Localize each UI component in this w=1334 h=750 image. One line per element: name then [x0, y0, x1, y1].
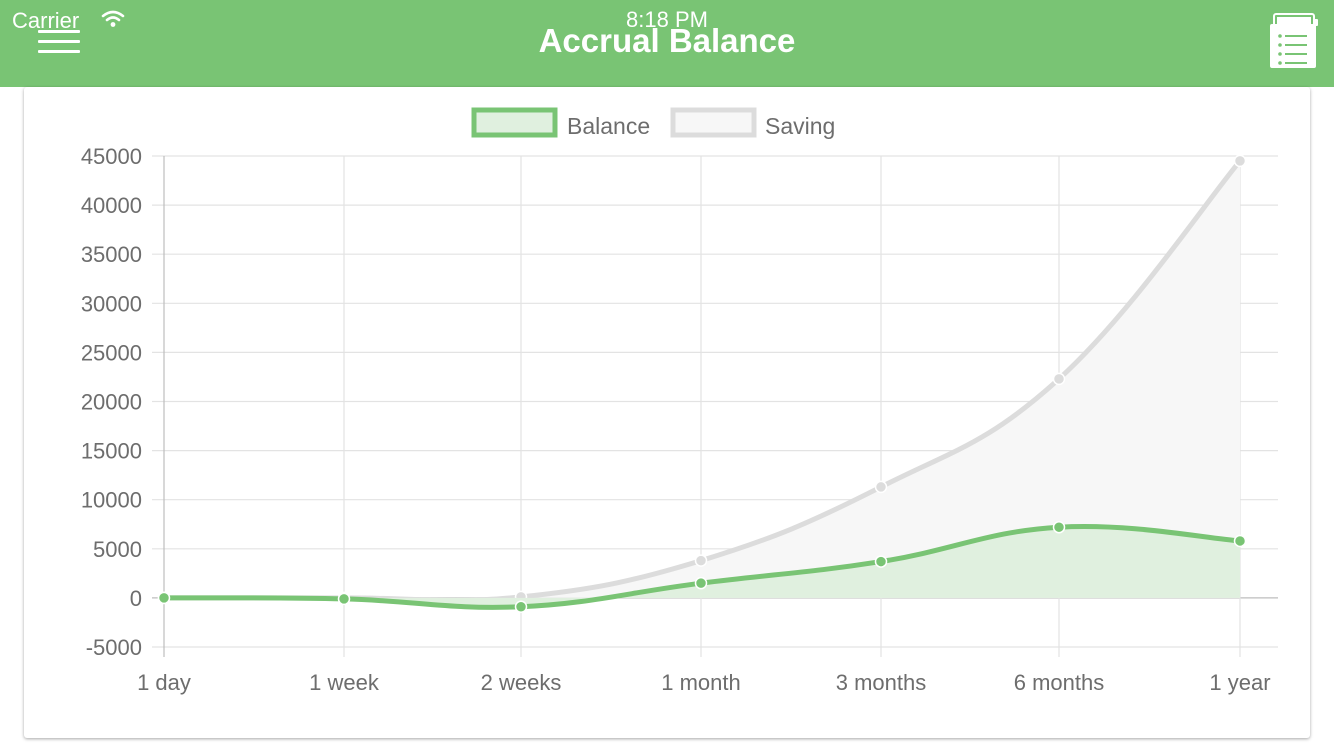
x-tick-label: 1 year — [1209, 670, 1270, 695]
x-tick-label: 1 month — [661, 670, 741, 695]
balance-point[interactable] — [1233, 534, 1247, 548]
legend-label-saving[interactable]: Saving — [765, 113, 835, 139]
y-tick-label: 30000 — [81, 291, 142, 316]
balance-point[interactable] — [337, 592, 351, 606]
y-tick-label: 45000 — [81, 144, 142, 169]
saving-point[interactable] — [874, 480, 888, 494]
balance-point[interactable] — [1052, 520, 1066, 534]
x-tick-label: 6 months — [1014, 670, 1105, 695]
x-tick-label: 2 weeks — [481, 670, 562, 695]
y-tick-label: 25000 — [81, 340, 142, 365]
y-tick-label: 20000 — [81, 390, 142, 415]
balance-point[interactable] — [874, 555, 888, 568]
y-tick-label: 15000 — [81, 439, 142, 464]
saving-point[interactable] — [1233, 154, 1247, 168]
balance-point[interactable] — [694, 576, 708, 590]
legend-swatch-saving[interactable] — [670, 107, 757, 138]
balance-point[interactable] — [157, 591, 171, 605]
y-tick-label: 5000 — [93, 537, 142, 562]
y-tick-label: -5000 — [86, 635, 142, 660]
x-tick-label: 3 months — [836, 670, 927, 695]
x-tick-label: 1 day — [137, 670, 191, 695]
y-tick-label: 0 — [130, 586, 142, 611]
accrual-balance-chart: 45000 40000 35000 30000 25000 20000 15000 10000… — [81, 107, 1278, 695]
saving-point[interactable] — [1052, 372, 1066, 386]
legend-label-balance[interactable]: Balance — [567, 113, 650, 139]
y-tick-label: 10000 — [81, 488, 142, 513]
balance-point[interactable] — [514, 600, 528, 613]
x-tick-label: 1 week — [309, 670, 380, 695]
y-tick-label: 40000 — [81, 193, 142, 218]
saving-point[interactable] — [694, 554, 708, 567]
y-tick-label: 35000 — [81, 242, 142, 267]
legend-swatch-balance[interactable] — [471, 107, 558, 138]
